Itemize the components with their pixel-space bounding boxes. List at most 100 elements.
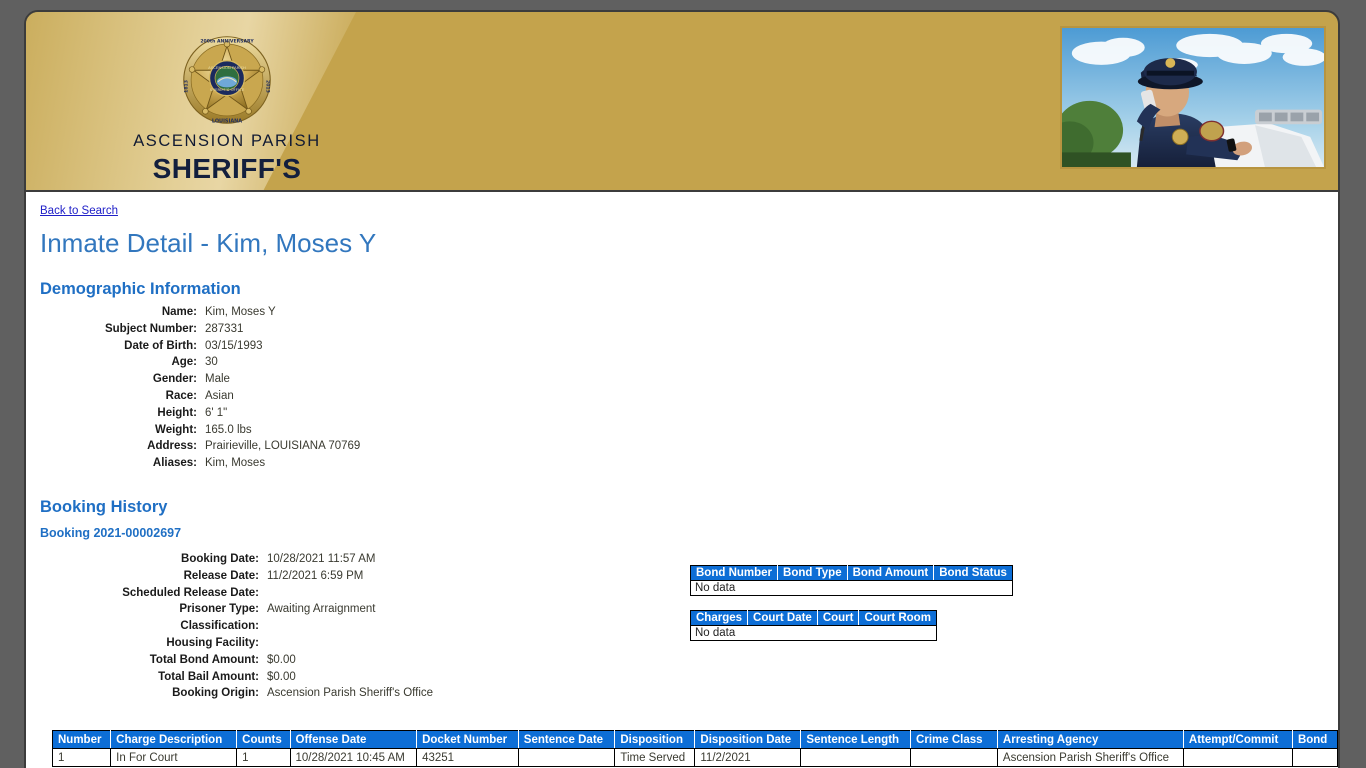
field-row: Subject Number: 287331 — [40, 321, 380, 338]
field-value — [267, 635, 460, 652]
agency-branding: ASCENSION PARISH SHERIFF'S OFFICE 200th … — [122, 34, 332, 190]
svg-text:200th ANNIVERSARY: 200th ANNIVERSARY — [200, 39, 254, 45]
table-row-empty: No data — [690, 580, 1013, 596]
table-header-row: Bond Number Bond Type Bond Amount Bond S… — [690, 565, 1013, 581]
column-header-bond-type[interactable]: Bond Type — [777, 565, 848, 581]
field-label: Prisoner Type: — [179, 603, 259, 616]
column-header-arresting-agency[interactable]: Arresting Agency — [997, 730, 1184, 749]
column-header-sentence-date[interactable]: Sentence Date — [518, 730, 616, 749]
cell-attempt-commit — [1183, 748, 1293, 767]
field-label: Race: — [165, 389, 197, 402]
field-value: $0.00 — [267, 653, 296, 666]
field-row: Scheduled Release Date: — [40, 585, 460, 602]
svg-text:SHERIFF'S OFFICE: SHERIFF'S OFFICE — [210, 87, 245, 92]
empty-state-message: No data — [690, 580, 1013, 596]
booking-number-heading: Booking 2021-00002697 — [40, 526, 182, 540]
field-value — [267, 585, 460, 602]
field-value: Kim, Moses Y — [205, 306, 276, 318]
field-row: Booking Origin: Ascension Parish Sheriff'… — [40, 685, 460, 702]
field-value: 03/15/1993 — [205, 339, 263, 352]
field-row: Classification: — [40, 618, 460, 635]
field-row: Aliases: Kim, Moses — [40, 455, 380, 472]
table-header-row: Number Charge Description Counts Offense… — [52, 730, 1338, 749]
column-header-offense-date[interactable]: Offense Date — [290, 730, 418, 749]
column-header-disposition-date[interactable]: Disposition Date — [694, 730, 802, 749]
field-label: Subject Number: — [104, 322, 197, 335]
field-label: Address: — [147, 440, 197, 453]
field-value: Ascension Parish Sheriff's Office — [267, 687, 434, 700]
field-value — [267, 618, 460, 635]
cell-bond — [1292, 748, 1338, 767]
column-header-bond-status[interactable]: Bond Status — [933, 565, 1013, 581]
field-row: Name: Kim, Moses Y — [40, 304, 380, 321]
field-label: Date of Birth: — [124, 339, 197, 352]
back-to-search-link[interactable]: Back to Search — [40, 205, 118, 217]
field-value: 6' 1" — [205, 406, 228, 419]
column-header-docket-number[interactable]: Docket Number — [416, 730, 519, 749]
site-header-banner: ASCENSION PARISH SHERIFF'S OFFICE 200th … — [24, 10, 1340, 192]
cell-docket-number: 43251 — [416, 748, 519, 767]
column-header-court-room[interactable]: Court Room — [858, 610, 937, 626]
field-row: Race: Asian — [40, 388, 380, 405]
field-row: Release Date: 11/2/2021 6:59 PM — [40, 568, 460, 585]
field-label: Classification: — [180, 620, 259, 633]
field-label: Weight: — [155, 423, 197, 436]
cell-crime-class — [910, 748, 998, 767]
field-label: Booking Origin: — [172, 687, 259, 700]
field-row: Housing Facility: — [40, 635, 460, 652]
officer-photo — [1060, 26, 1326, 169]
cell-offense-date: 10/28/2021 10:45 AM — [290, 748, 418, 767]
field-label: Total Bond Amount: — [149, 653, 259, 666]
column-header-disposition[interactable]: Disposition — [614, 730, 696, 749]
field-row: Address: Prairieville, LOUISIANA 70769 — [40, 438, 380, 455]
cell-sentence-date — [518, 748, 616, 767]
column-header-crime-class[interactable]: Crime Class — [910, 730, 998, 749]
column-header-sentence-length[interactable]: Sentence Length — [800, 730, 912, 749]
field-value: Kim, Moses — [205, 457, 266, 470]
cell-sentence-length — [800, 748, 912, 767]
column-header-charge-description[interactable]: Charge Description — [110, 730, 238, 749]
svg-text:1813: 1813 — [183, 80, 189, 93]
column-header-counts[interactable]: Counts — [236, 730, 291, 749]
column-header-charges[interactable]: Charges — [690, 610, 749, 626]
field-value: Male — [205, 373, 230, 386]
field-row: Total Bond Amount: $0.00 — [40, 652, 460, 669]
agency-name-line1: ASCENSION PARISH — [133, 132, 321, 150]
field-label: Booking Date: — [181, 553, 259, 565]
charge-detail-table: Number Charge Description Counts Offense… — [52, 730, 1338, 767]
booking-field-list: Booking Date: 10/28/2021 11:57 AM Release… — [40, 551, 460, 702]
table-header-row: Charges Court Date Court Court Room — [690, 610, 937, 626]
field-row: Date of Birth: 03/15/1993 — [40, 338, 380, 355]
demographic-field-list: Name: Kim, Moses Y Subject Number: 287331 … — [40, 304, 380, 472]
field-row: Prisoner Type: Awaiting Arraignment — [40, 601, 460, 618]
cell-charge-description: In For Court — [110, 748, 238, 767]
field-row: Age: 30 — [40, 354, 380, 371]
column-header-attempt-commit[interactable]: Attempt/Commit — [1183, 730, 1293, 749]
field-value: Prairieville, LOUISIANA 70769 — [205, 440, 361, 453]
svg-text:2013: 2013 — [265, 80, 271, 93]
booking-history-heading: Booking History — [40, 498, 168, 516]
field-value: 10/28/2021 11:57 AM — [267, 553, 376, 565]
column-header-bond[interactable]: Bond — [1292, 730, 1338, 749]
main-content: Back to Search Inmate Detail - Kim, Mose… — [24, 192, 1340, 768]
column-header-court[interactable]: Court — [817, 610, 860, 626]
field-value: 287331 — [205, 322, 244, 335]
field-label: Height: — [157, 406, 197, 419]
field-value: Asian — [205, 389, 234, 402]
column-header-bond-number[interactable]: Bond Number — [690, 565, 779, 581]
column-header-court-date[interactable]: Court Date — [747, 610, 818, 626]
field-label: Scheduled Release Date: — [122, 586, 259, 599]
sheriff-star-badge-icon: ASCENSION PARISH SHERIFF'S OFFICE 200th … — [181, 34, 273, 126]
field-label: Release Date: — [183, 569, 259, 582]
bond-table: Bond Number Bond Type Bond Amount Bond S… — [690, 565, 1013, 596]
field-row: Weight: 165.0 lbs — [40, 422, 380, 439]
field-row: Booking Date: 10/28/2021 11:57 AM — [40, 551, 460, 568]
field-value: 165.0 lbs — [205, 423, 252, 436]
field-row: Gender: Male — [40, 371, 380, 388]
field-value: 30 — [205, 356, 218, 369]
page-root: ASCENSION PARISH SHERIFF'S OFFICE 200th … — [0, 0, 1366, 768]
column-header-number[interactable]: Number — [52, 730, 112, 749]
field-label: Gender: — [152, 373, 197, 386]
column-header-bond-amount[interactable]: Bond Amount — [847, 565, 935, 581]
cell-arresting-agency: Ascension Parish Sheriff's Office — [997, 748, 1184, 767]
